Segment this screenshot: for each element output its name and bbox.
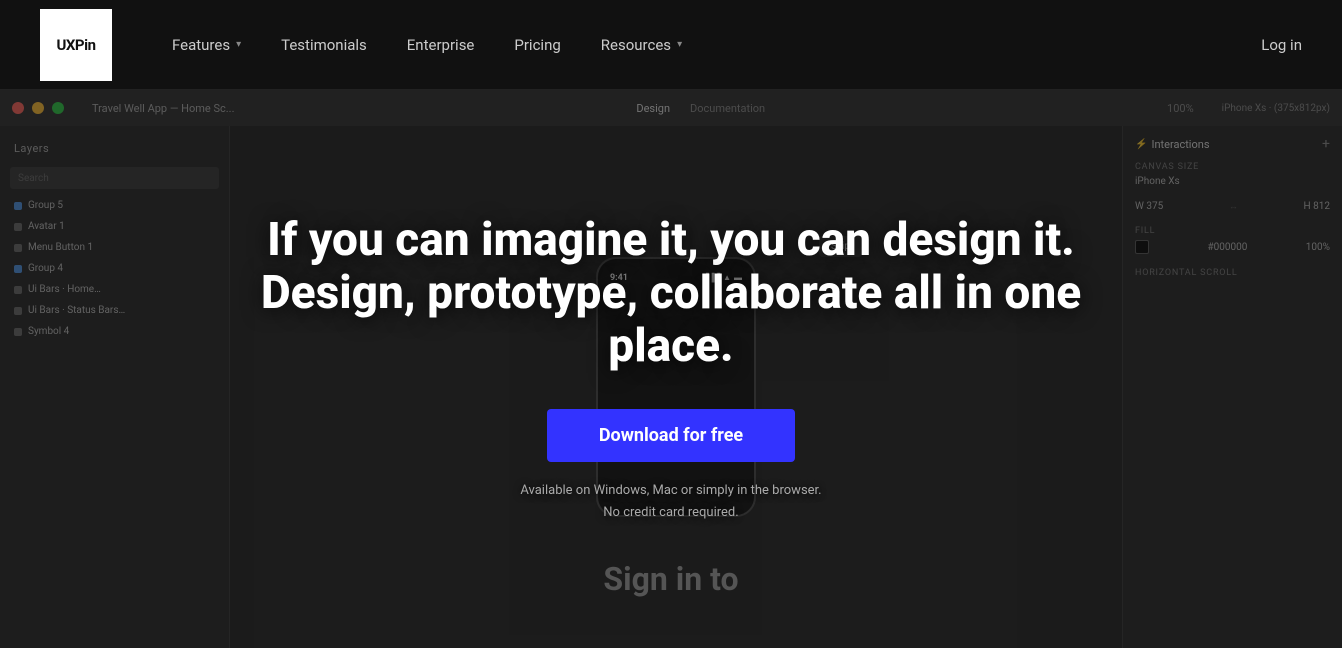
nav-testimonials[interactable]: Testimonials [281, 36, 367, 54]
logo[interactable]: UXPin [40, 9, 112, 81]
hero-section: Travel Well App — Home Sc... Design Docu… [0, 90, 1342, 648]
nav-pricing[interactable]: Pricing [514, 36, 560, 54]
navbar: UXPin Features ▾ Testimonials Enterprise… [0, 0, 1342, 90]
nav-enterprise[interactable]: Enterprise [407, 36, 475, 54]
chevron-down-icon: ▾ [236, 39, 241, 50]
hero-headline: If you can imagine it, you can design it… [221, 214, 1121, 373]
hero-subtext: Available on Windows, Mac or simply in t… [520, 480, 821, 524]
nav-links: Features ▾ Testimonials Enterprise Prici… [172, 36, 1261, 54]
logo-text: UXPin [57, 36, 96, 54]
hero-overlay: If you can imagine it, you can design it… [0, 90, 1342, 648]
download-cta-button[interactable]: Download for free [547, 409, 795, 462]
chevron-down-icon: ▾ [677, 39, 682, 50]
login-button[interactable]: Log in [1261, 36, 1302, 54]
nav-resources[interactable]: Resources ▾ [601, 36, 682, 54]
nav-features[interactable]: Features ▾ [172, 36, 241, 54]
